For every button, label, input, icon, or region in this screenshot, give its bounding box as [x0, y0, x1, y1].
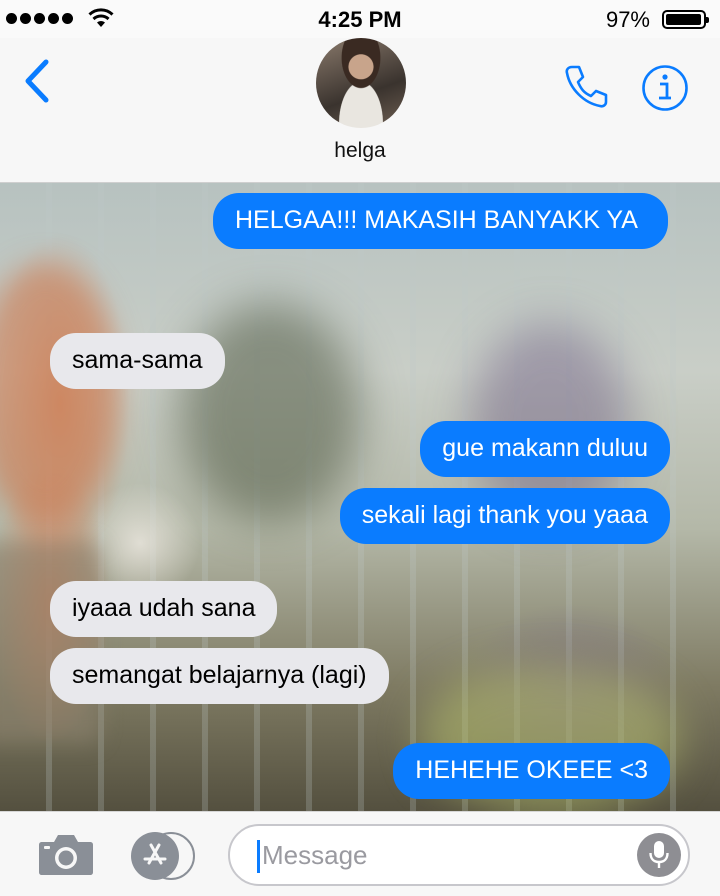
message-thread[interactable]: HELGAA!!! MAKASIH BANYAKK YA sama-sama g… [0, 183, 720, 811]
message-bubble-incoming[interactable]: iyaaa udah sana [50, 581, 278, 637]
message-placeholder: Message [262, 840, 368, 870]
phone-icon[interactable] [562, 62, 610, 110]
message-bubble-incoming[interactable]: sama-sama [42, 333, 225, 389]
message-bubble-outgoing[interactable]: gue makann duluu [420, 421, 670, 477]
info-icon[interactable] [641, 64, 689, 112]
message-bubble-outgoing[interactable]: HELGAA!!! MAKASIH BANYAKK YA [213, 193, 676, 249]
message-bubble-incoming[interactable]: semangat belajarnya (lagi) [42, 648, 389, 704]
battery-icon [662, 10, 709, 29]
status-bar: 4:25 PM 97% [0, 0, 720, 38]
message-composer: Message [0, 811, 720, 896]
background-photo-bucket [0, 543, 100, 743]
conversation-header: helga [0, 38, 720, 183]
app-store-icon[interactable] [131, 832, 195, 880]
contact-avatar[interactable] [316, 38, 406, 128]
message-bubble-outgoing[interactable]: sekali lagi thank you yaaa [339, 488, 679, 544]
background-photo [0, 263, 120, 523]
battery-percent: 97% [605, 7, 650, 32]
chevron-left-icon[interactable] [22, 58, 50, 104]
microphone-icon[interactable] [637, 833, 681, 877]
message-bubble-outgoing[interactable]: HEHEHE OKEEE <3 [393, 743, 678, 799]
battery-fill [666, 14, 701, 25]
text-cursor [257, 840, 260, 873]
message-input[interactable]: Message [228, 824, 690, 886]
camera-icon[interactable] [38, 832, 94, 876]
contact-name[interactable]: helga [0, 139, 720, 163]
